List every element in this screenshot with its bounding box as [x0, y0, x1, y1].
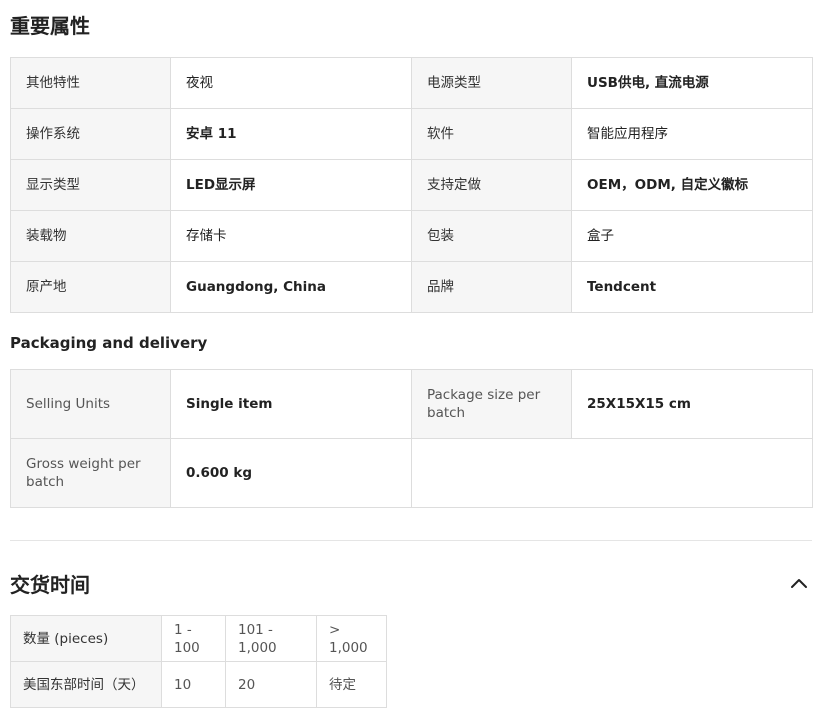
table-row: 其他特性 夜视 电源类型 USB供电, 直流电源	[10, 57, 813, 109]
attribute-key: 装载物	[10, 210, 171, 262]
packaging-value: 0.600 kg	[170, 438, 412, 508]
quantity-range: 101 - 1,000	[225, 615, 317, 662]
table-row: 显示类型 LED显示屏 支持定做 OEM，ODM, 自定义徽标	[10, 159, 813, 211]
lead-time-value: 10	[161, 661, 226, 708]
key-attributes-title: 重要属性	[10, 14, 90, 38]
quantity-range: > 1,000	[316, 615, 387, 662]
chevron-up-icon	[791, 579, 807, 588]
table-row: Gross weight per batch 0.600 kg	[10, 438, 813, 508]
key-attributes-table: 其他特性 夜视 电源类型 USB供电, 直流电源 操作系统 安卓 11 软件 智…	[10, 57, 813, 313]
attribute-key: 其他特性	[10, 57, 171, 109]
packaging-value: 25X15X15 cm	[571, 369, 813, 439]
table-row: 原产地 Guangdong, China 品牌 Tendcent	[10, 261, 813, 313]
attribute-value: 夜视	[170, 57, 412, 109]
packaging-title: Packaging and delivery	[10, 334, 208, 352]
attribute-key: 显示类型	[10, 159, 171, 211]
attribute-value: USB供电, 直流电源	[571, 57, 813, 109]
packaging-key: Gross weight per batch	[10, 438, 171, 508]
table-row: 操作系统 安卓 11 软件 智能应用程序	[10, 108, 813, 160]
attribute-key: 操作系统	[10, 108, 171, 160]
attribute-key: 电源类型	[411, 57, 572, 109]
packaging-value: Single item	[170, 369, 412, 439]
attribute-key: 原产地	[10, 261, 171, 313]
attribute-value: 智能应用程序	[571, 108, 813, 160]
lead-time-table: 数量 (pieces) 1 - 100 101 - 1,000 > 1,000 …	[10, 615, 387, 708]
table-row: Selling Units Single item Package size p…	[10, 369, 813, 439]
table-row: 数量 (pieces) 1 - 100 101 - 1,000 > 1,000	[10, 615, 387, 662]
lead-time-value: 20	[225, 661, 317, 708]
collapse-section-button[interactable]	[786, 572, 812, 594]
quantity-range: 1 - 100	[161, 615, 226, 662]
attribute-key: 包装	[411, 210, 572, 262]
attribute-value: 盒子	[571, 210, 813, 262]
attribute-value: LED显示屏	[170, 159, 412, 211]
table-row: 装载物 存储卡 包装 盒子	[10, 210, 813, 262]
attribute-key: 软件	[411, 108, 572, 160]
attribute-key: 支持定做	[411, 159, 572, 211]
packaging-key: Selling Units	[10, 369, 171, 439]
attribute-value: Guangdong, China	[170, 261, 412, 313]
lead-time-title: 交货时间	[10, 573, 90, 597]
attribute-value: 存储卡	[170, 210, 412, 262]
section-divider	[10, 540, 812, 541]
attribute-value: OEM，ODM, 自定义徽标	[571, 159, 813, 211]
lead-time-value: 待定	[316, 661, 387, 708]
packaging-table: Selling Units Single item Package size p…	[10, 369, 813, 508]
lead-time-header: 美国东部时间（天）	[10, 661, 162, 708]
empty-cell	[411, 438, 813, 508]
packaging-key: Package size per batch	[411, 369, 572, 439]
attribute-value: 安卓 11	[170, 108, 412, 160]
attribute-key: 品牌	[411, 261, 572, 313]
table-row: 美国东部时间（天） 10 20 待定	[10, 661, 387, 708]
quantity-header: 数量 (pieces)	[10, 615, 162, 662]
attribute-value: Tendcent	[571, 261, 813, 313]
